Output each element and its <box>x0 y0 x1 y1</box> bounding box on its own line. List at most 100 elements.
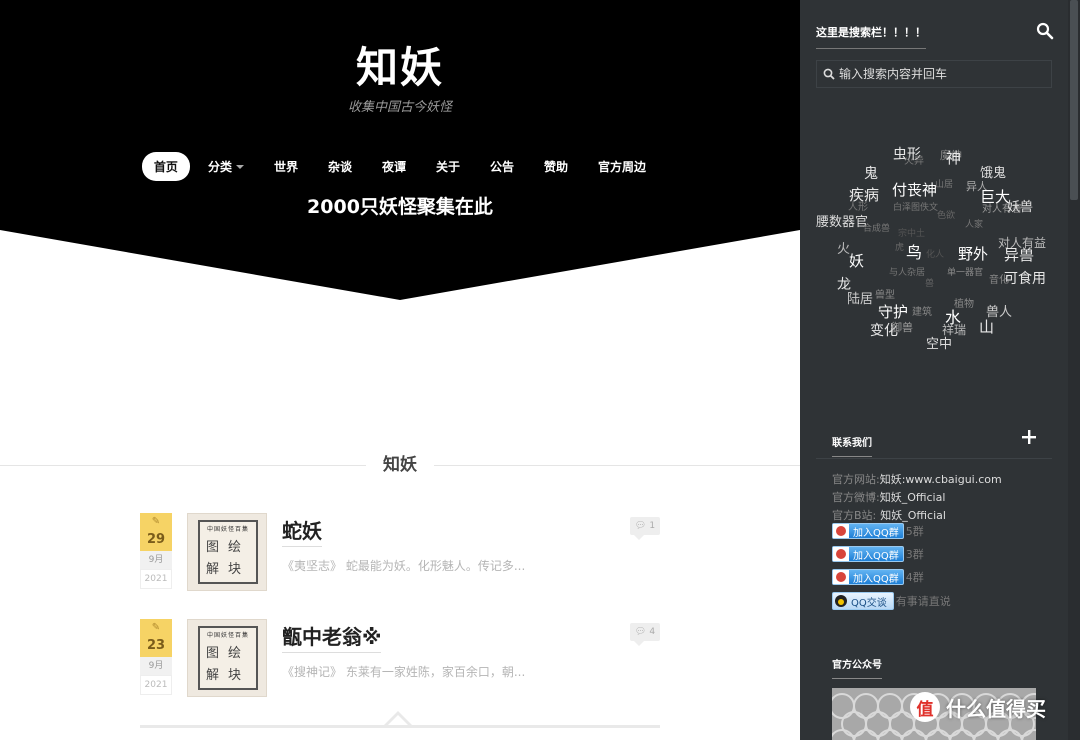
tag-link[interactable]: 虎 <box>895 240 904 253</box>
tag-link[interactable]: 人家 <box>965 217 983 230</box>
search-box[interactable] <box>816 60 1052 88</box>
nav-item[interactable]: 夜谭 <box>370 152 418 181</box>
tag-link[interactable]: 空中 <box>926 333 952 352</box>
post-item: ✎ 29 9月 2021 中国妖怪百集图绘解块蛇妖 💬︎ 1 《夷坚志》 蛇最能为妖。化形魅人… <box>140 513 660 595</box>
post-thumbnail[interactable]: 中国妖怪百集图绘解块 <box>187 513 267 591</box>
post-thumbnail[interactable]: 中国妖怪百集图绘解块 <box>187 619 267 697</box>
post-month: 9月 <box>140 551 172 569</box>
contact-weibo: 官方微博:知妖_Official <box>832 489 945 505</box>
hero-slogan: 2000只妖怪聚集在此 <box>307 196 493 218</box>
qq-group-icon <box>833 570 849 584</box>
qq-group-name: 3群 <box>905 548 924 561</box>
join-qq-group-button[interactable]: 加入QQ群 <box>832 546 904 562</box>
comment-count-value: 4 <box>649 627 656 637</box>
nav-item[interactable]: 官方周边 <box>586 152 658 181</box>
tag-link[interactable]: 鬼 <box>864 163 878 183</box>
tag-link[interactable]: 腰数器官 <box>816 211 868 230</box>
tag-link[interactable]: 付丧神 <box>892 179 937 200</box>
section-title: 知妖 <box>366 450 434 475</box>
post-date: ✎ 29 9月 2021 <box>140 513 172 589</box>
main-navigation: 首页 分类 世界 杂谈 夜谭 关于 公告 赞助 官方周边 <box>0 152 800 181</box>
tag-link[interactable]: 山居 <box>935 177 953 190</box>
tag-link[interactable]: 异兽 <box>1004 244 1034 265</box>
qq-group-name: 4群 <box>905 571 924 584</box>
contact-bilibili-link[interactable]: 知妖_Official <box>880 509 946 522</box>
contact-bilibili-label: 官方B站: <box>832 509 877 522</box>
pencil-icon: ✎ <box>151 516 161 527</box>
comment-icon: 💬︎ <box>634 521 647 531</box>
nav-item-label: 赞助 <box>544 160 569 174</box>
tag-link[interactable]: 合成兽 <box>863 221 890 234</box>
tag-link[interactable]: 陆居 <box>847 288 873 307</box>
join-qq-group-button[interactable]: 加入QQ群 <box>832 569 904 585</box>
join-qq-group-button[interactable]: 加入QQ群 <box>832 523 904 539</box>
post-excerpt: 《搜神记》 东莱有一家姓陈，家百余口，朝... <box>282 665 526 679</box>
comment-count[interactable]: 💬︎ 4 <box>630 623 660 646</box>
search-icon[interactable] <box>1036 22 1054 40</box>
qq-group-row: 加入QQ群 4群 <box>832 569 924 585</box>
tag-link[interactable]: 可食用 <box>1004 268 1046 288</box>
tag-link[interactable]: 单一器官 <box>947 265 983 278</box>
nav-item[interactable]: 首页 <box>141 152 190 181</box>
qq-chat-row: QQ交谈 有事请直说 <box>832 592 951 610</box>
tag-link[interactable]: 野外 <box>958 243 988 264</box>
tag-link[interactable]: 兽型 <box>875 286 895 301</box>
join-qq-group-label: 加入QQ群 <box>853 550 899 562</box>
post-date: ✎ 23 9月 2021 <box>140 619 172 695</box>
tag-link[interactable]: 妖兽 <box>1007 196 1033 215</box>
post-year: 2021 <box>140 675 172 695</box>
thumbnail-char: 绘 <box>228 540 242 555</box>
tag-link[interactable]: 兽 <box>925 276 934 289</box>
tag-link[interactable]: 火异 <box>904 152 924 167</box>
tag-link[interactable]: 鸟 <box>906 239 922 263</box>
tag-cloud: 虫形 魔神神火异鬼饿鬼 付丧神 疾病 异人 巨大 山居 人形 白泽图佚文 对人有害 妖兽 腰数器官 色欲… <box>800 130 1068 360</box>
thumbnail-caption: 中国妖怪百集 <box>206 526 249 533</box>
tag-link[interactable]: 色欲 <box>937 208 955 221</box>
qq-group-row: 加入QQ群 5群 <box>832 523 924 539</box>
join-qq-group-label: 加入QQ群 <box>853 527 899 539</box>
tag-link[interactable]: 山 <box>979 316 994 337</box>
post-title[interactable]: 蛇妖 <box>282 515 322 547</box>
tag-link[interactable]: 御兽 <box>891 319 913 335</box>
thumbnail-char: 解 <box>206 562 220 577</box>
post-list-divider <box>140 725 660 728</box>
nav-item[interactable]: 世界 <box>262 152 310 181</box>
thumbnail-char: 图 <box>206 540 220 555</box>
nav-item[interactable]: 赞助 <box>532 152 580 181</box>
tag-link[interactable]: 建筑 <box>912 303 932 318</box>
search-input[interactable] <box>839 67 1039 81</box>
comment-count[interactable]: 💬︎ 1 <box>630 517 660 540</box>
nav-item[interactable]: 公告 <box>478 152 526 181</box>
sidebar: 这里是搜索栏！！！！ 虫形魔神神火异鬼饿鬼付丧神疾病异人巨大山居人形白泽图佚文对… <box>800 0 1068 740</box>
post-excerpt: 《夷坚志》 蛇最能为妖。化形魅人。传记多... <box>282 559 526 573</box>
qq-chat-note: 有事请直说 <box>895 595 951 608</box>
thumbnail-frame: 中国妖怪百集图绘解块 <box>198 626 258 690</box>
nav-item[interactable]: 关于 <box>424 152 472 181</box>
nav-item[interactable]: 分类 <box>196 152 256 181</box>
tag-link[interactable]: 与人杂居 <box>889 265 925 278</box>
search-input-icon <box>823 68 835 80</box>
contact-weibo-link[interactable]: 知妖_Official <box>880 491 946 504</box>
tag-link[interactable]: 化人 <box>926 247 944 260</box>
contact-website-link[interactable]: 知妖:www.cbaigui.com <box>880 473 1002 486</box>
plus-icon[interactable] <box>1022 430 1036 444</box>
site-title[interactable]: 知妖 <box>0 34 800 95</box>
thumbnail-char: 块 <box>228 668 242 683</box>
chevron-down-icon <box>235 164 244 169</box>
post-date-day: ✎ 23 <box>140 619 172 657</box>
nav-item-label: 首页 <box>153 160 178 174</box>
nav-item[interactable]: 杂谈 <box>316 152 364 181</box>
scrollbar-thumb[interactable] <box>1070 0 1078 200</box>
tag-link[interactable]: 白泽图佚文 <box>893 200 938 213</box>
contact-website-label: 官方网站: <box>832 473 880 486</box>
nav-item-label: 世界 <box>273 160 298 174</box>
tag-link[interactable]: 神 <box>946 147 961 168</box>
tag-link[interactable]: 宗中土 <box>898 226 925 239</box>
contact-bilibili: 官方B站: 知妖_Official <box>832 507 946 523</box>
qq-chat-button[interactable]: QQ交谈 <box>832 592 894 610</box>
contact-widget-heading: 联系我们 <box>832 434 872 457</box>
post-title[interactable]: 甑中老翁※ <box>282 621 382 653</box>
thumbnail-frame: 中国妖怪百集图绘解块 <box>198 520 258 584</box>
post-day: 29 <box>146 532 166 547</box>
tag-link[interactable]: 妖 <box>849 250 864 271</box>
